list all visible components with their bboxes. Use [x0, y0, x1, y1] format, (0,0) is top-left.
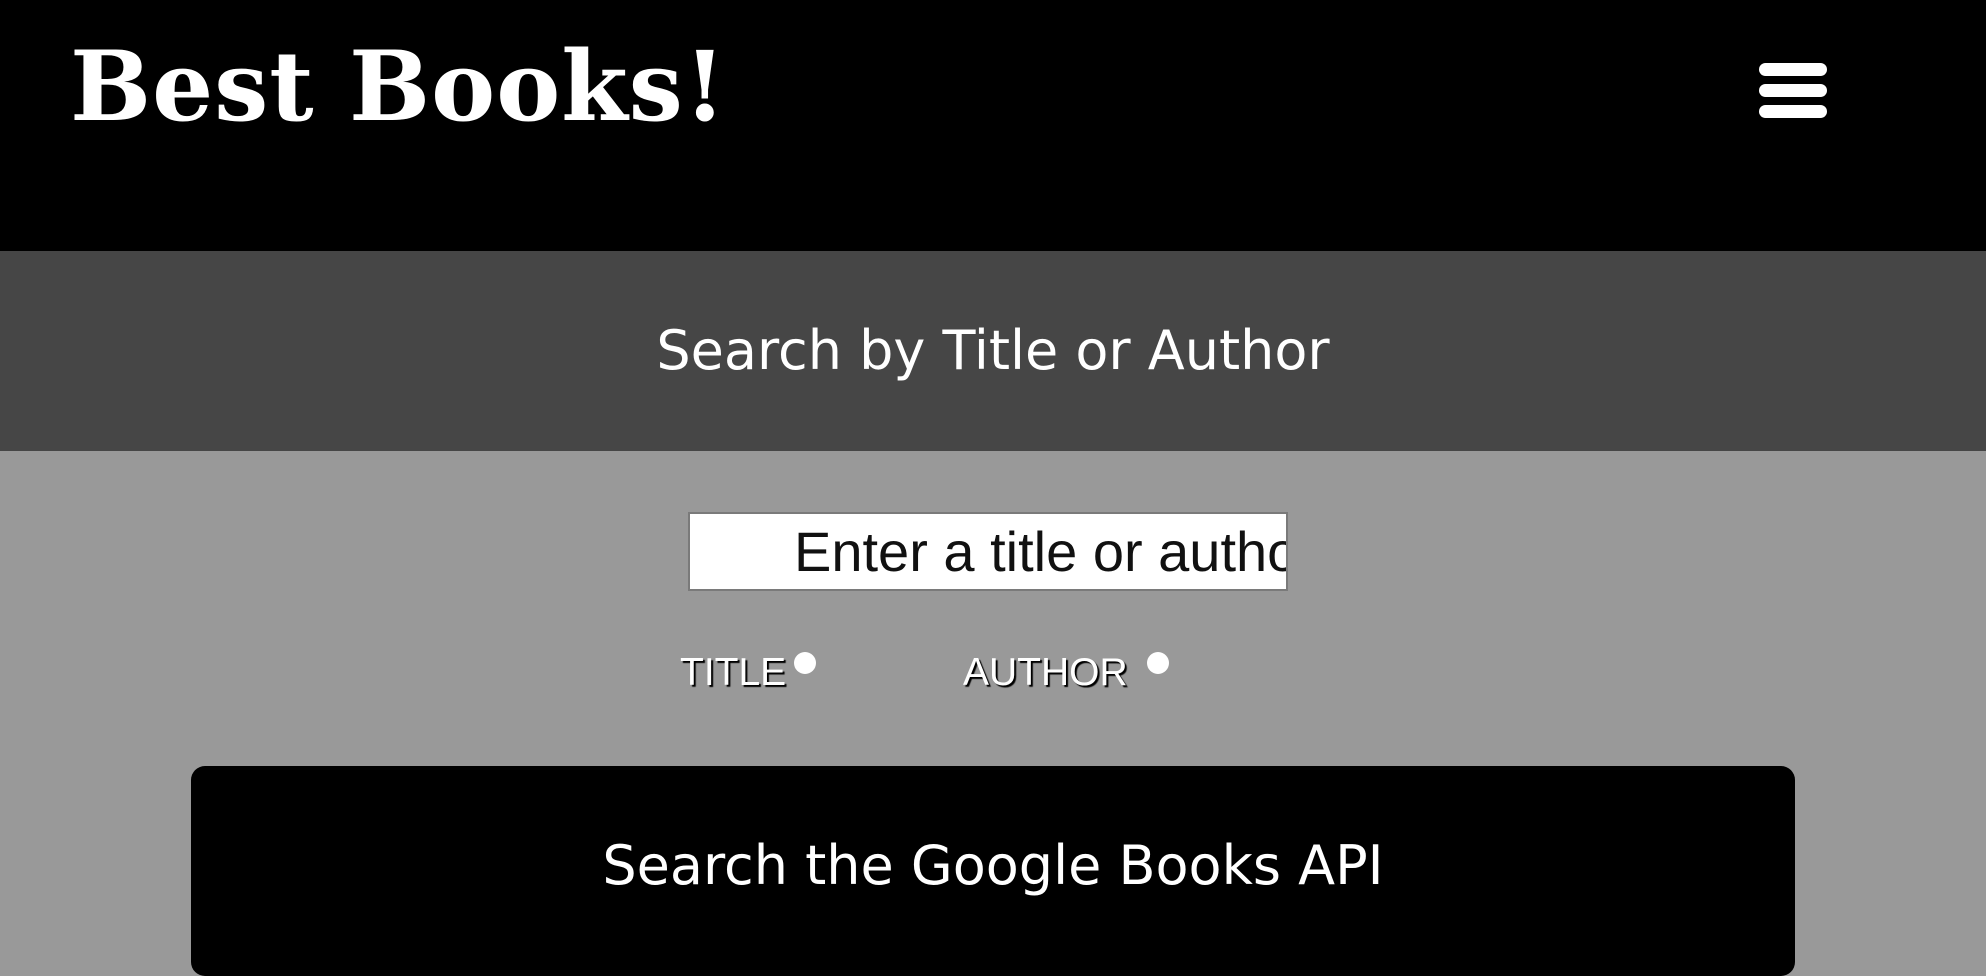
menu-icon-bar-top — [1759, 63, 1827, 76]
site-title: Best Books! — [70, 30, 727, 143]
search-heading: Search by Title or Author — [656, 319, 1330, 382]
radio-label-author: AUTHOR — [963, 651, 1128, 694]
menu-icon-bar-bottom — [1759, 105, 1827, 118]
search-input[interactable] — [688, 512, 1288, 591]
search-submit-button[interactable]: Search the Google Books API — [191, 766, 1795, 976]
menu-icon-bar-middle — [1759, 84, 1827, 97]
search-section-header: Search by Title or Author — [0, 251, 1986, 451]
radio-label-title: TITLE — [680, 651, 787, 694]
radio-option-author[interactable]: AUTHOR — [963, 648, 1173, 698]
radio-button-author[interactable] — [1147, 652, 1169, 674]
search-submit-label: Search the Google Books API — [602, 834, 1384, 897]
radio-button-title[interactable] — [794, 652, 816, 674]
radio-option-title[interactable]: TITLE — [680, 648, 820, 698]
site-header: Best Books! — [0, 0, 1986, 251]
menu-button[interactable] — [1755, 58, 1831, 124]
